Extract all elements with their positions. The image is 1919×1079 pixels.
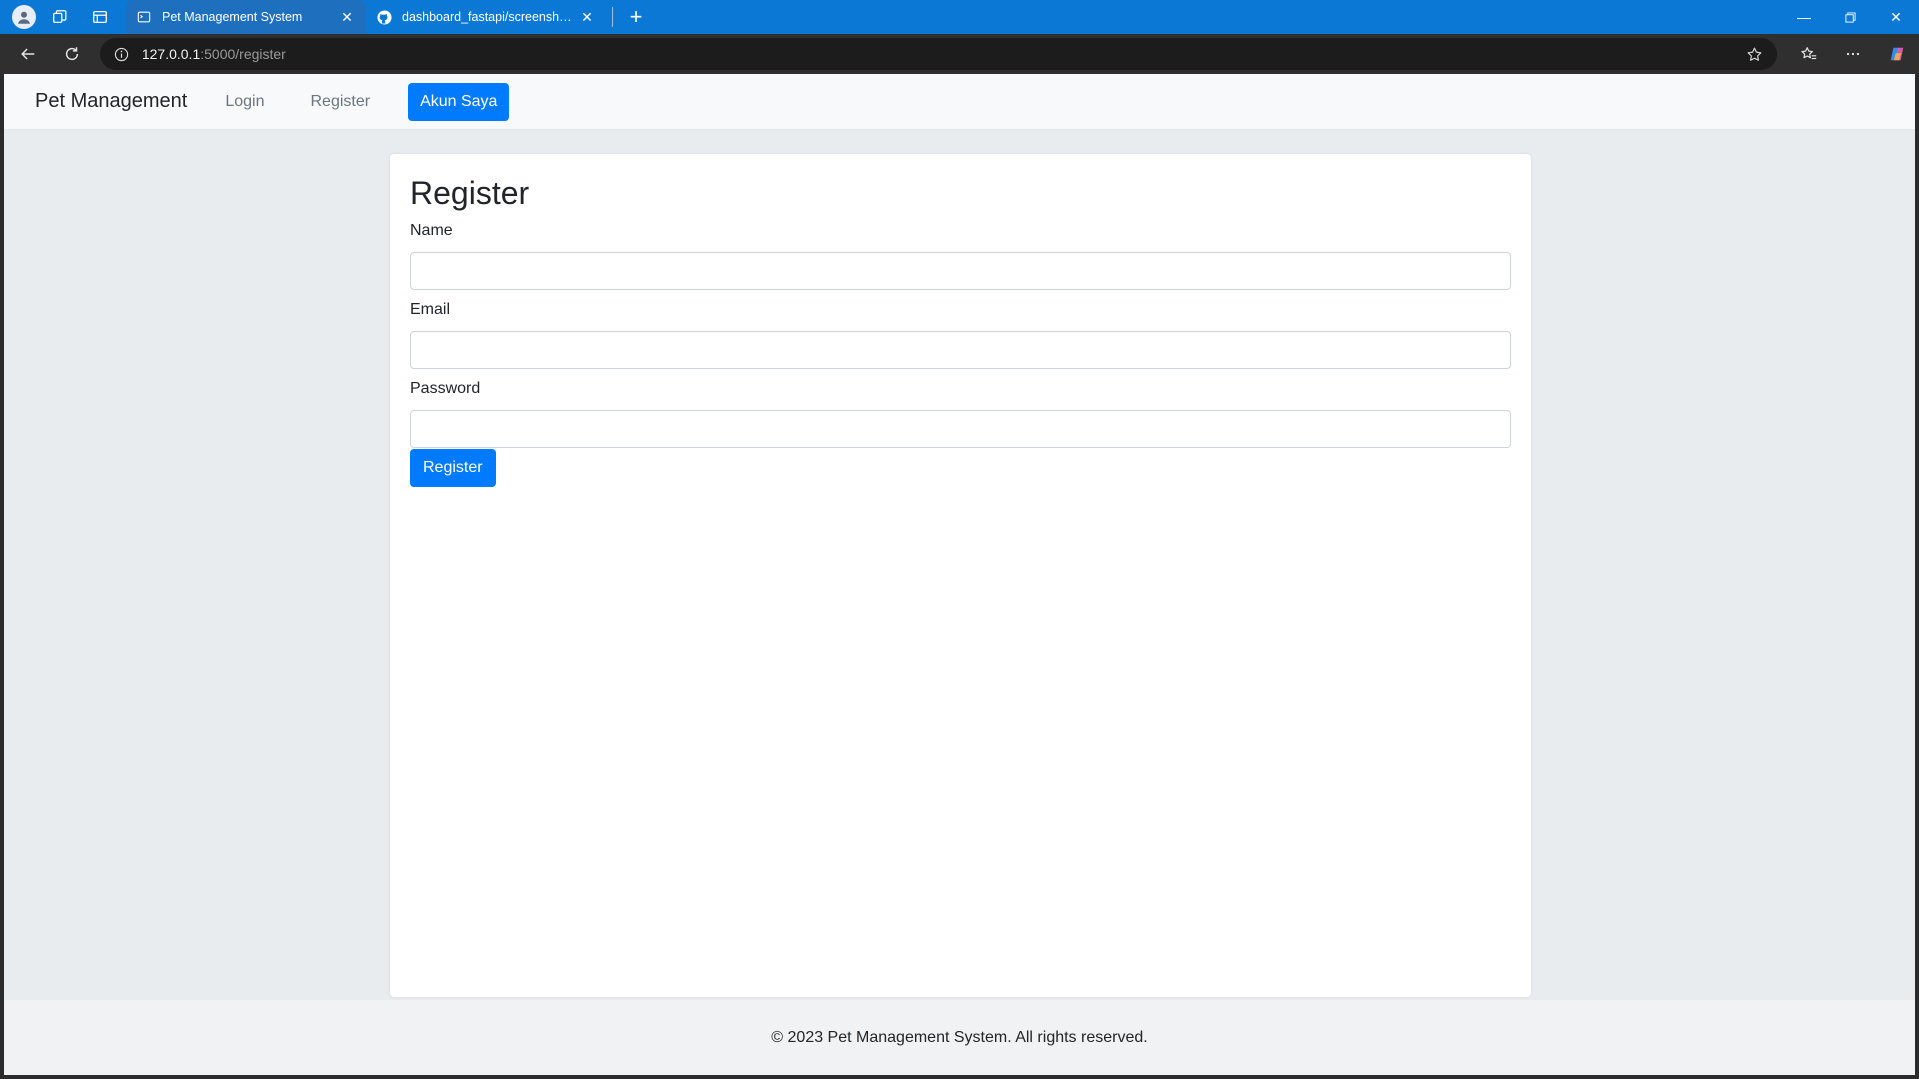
favorites-list-icon bbox=[1801, 47, 1817, 60]
copilot-icon bbox=[1890, 47, 1904, 61]
register-card: Register Name Email Password Register bbox=[390, 154, 1531, 997]
favorite-star-icon[interactable] bbox=[1743, 43, 1765, 65]
restore-icon bbox=[1844, 11, 1856, 23]
minimize-icon: — bbox=[1797, 9, 1811, 25]
account-button[interactable]: Akun Saya bbox=[408, 82, 510, 121]
plus-icon: + bbox=[629, 4, 643, 29]
workspaces-button[interactable] bbox=[40, 0, 80, 34]
password-input[interactable] bbox=[410, 410, 1511, 448]
window-controls: — ✕ bbox=[1781, 0, 1919, 34]
profile-icon bbox=[12, 5, 36, 29]
back-button[interactable] bbox=[6, 34, 50, 74]
site-info-icon[interactable] bbox=[112, 44, 132, 64]
github-icon bbox=[376, 9, 392, 25]
url-host: 127.0.0.1 bbox=[141, 46, 201, 62]
footer-copyright: © 2023 Pet Management System. All rights… bbox=[771, 1028, 1148, 1046]
nav-register-link[interactable]: Register bbox=[310, 93, 370, 111]
reload-icon bbox=[65, 47, 78, 61]
browser-window: Pet Management System ✕ dashboard_fastap… bbox=[0, 0, 1919, 1079]
close-tab-icon[interactable]: ✕ bbox=[338, 8, 356, 26]
name-input[interactable] bbox=[410, 252, 1511, 290]
tab-separator bbox=[612, 7, 613, 27]
email-input[interactable] bbox=[410, 331, 1511, 369]
navbar-brand[interactable]: Pet Management bbox=[35, 90, 187, 113]
close-window-button[interactable]: ✕ bbox=[1873, 0, 1919, 34]
browser-toolbar: 127.0.0.1:5000/register bbox=[0, 34, 1919, 74]
register-submit-button[interactable]: Register bbox=[410, 449, 496, 487]
site-navbar: Pet Management Login Register Akun Saya bbox=[4, 74, 1915, 130]
tab-actions-icon bbox=[93, 10, 107, 24]
tab-actions-button[interactable] bbox=[80, 0, 120, 34]
minimize-button[interactable]: — bbox=[1781, 0, 1827, 34]
site-footer: © 2023 Pet Management System. All rights… bbox=[4, 1000, 1915, 1075]
nav-login-link[interactable]: Login bbox=[225, 93, 264, 111]
name-label: Name bbox=[410, 222, 453, 239]
close-icon: ✕ bbox=[1890, 8, 1902, 25]
page-title: Register bbox=[410, 175, 530, 211]
page-favicon-icon bbox=[136, 9, 152, 25]
more-options-button[interactable] bbox=[1831, 34, 1875, 74]
tab-pet-management[interactable]: Pet Management System ✕ bbox=[126, 0, 366, 34]
restore-button[interactable] bbox=[1827, 0, 1873, 34]
tab-title: Pet Management System bbox=[162, 10, 303, 24]
tab-strip: Pet Management System ✕ dashboard_fastap… bbox=[0, 0, 1919, 34]
address-bar[interactable]: 127.0.0.1:5000/register bbox=[99, 38, 1778, 70]
favorites-button[interactable] bbox=[1787, 34, 1831, 74]
close-tab-icon[interactable]: ✕ bbox=[578, 8, 596, 26]
reload-button[interactable] bbox=[50, 34, 94, 74]
copilot-button[interactable] bbox=[1875, 34, 1919, 74]
page-viewport: Pet Management Login Register Akun Saya … bbox=[4, 74, 1915, 1075]
new-tab-button[interactable]: + bbox=[619, 0, 653, 34]
more-dots-icon bbox=[1846, 52, 1860, 56]
url-path: :5000/register bbox=[200, 46, 286, 62]
tab-title: dashboard_fastapi/screenshots/ bbox=[402, 10, 578, 24]
workspaces-icon bbox=[53, 10, 67, 24]
password-label: Password bbox=[410, 380, 481, 397]
tab-github[interactable]: dashboard_fastapi/screenshots/ ✕ bbox=[366, 0, 606, 34]
profile-button[interactable] bbox=[0, 0, 40, 34]
back-arrow-icon bbox=[21, 48, 35, 60]
email-label: Email bbox=[410, 301, 451, 318]
